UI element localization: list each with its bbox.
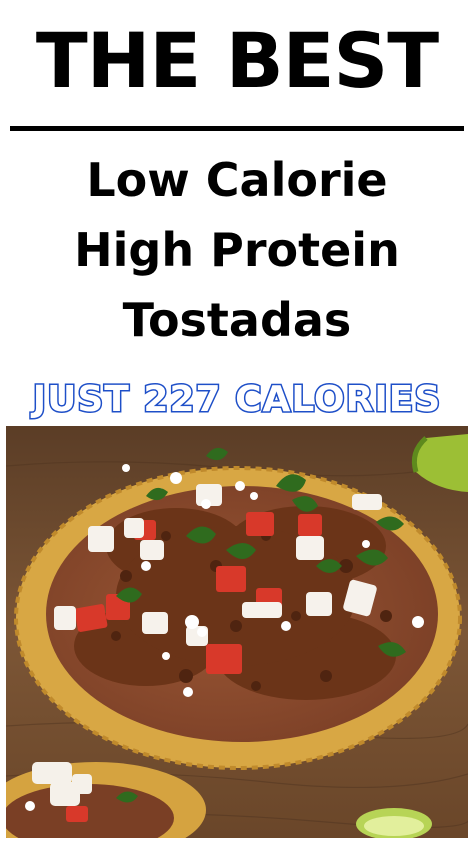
calories-banner: JUST 227 CALORIES [31, 378, 442, 422]
headline-rule [10, 126, 464, 131]
subtitle-line-2: High Protein [74, 223, 400, 277]
subtitle-line-1: Low Calorie [86, 153, 388, 207]
headline: THE BEST [35, 16, 439, 105]
subtitle: Low Calorie High Protein Tostadas [0, 145, 474, 355]
subtitle-line-3: Tostadas [122, 293, 352, 347]
lime-wedge-bottom-flesh [364, 816, 424, 836]
tostada-photo [6, 426, 468, 838]
